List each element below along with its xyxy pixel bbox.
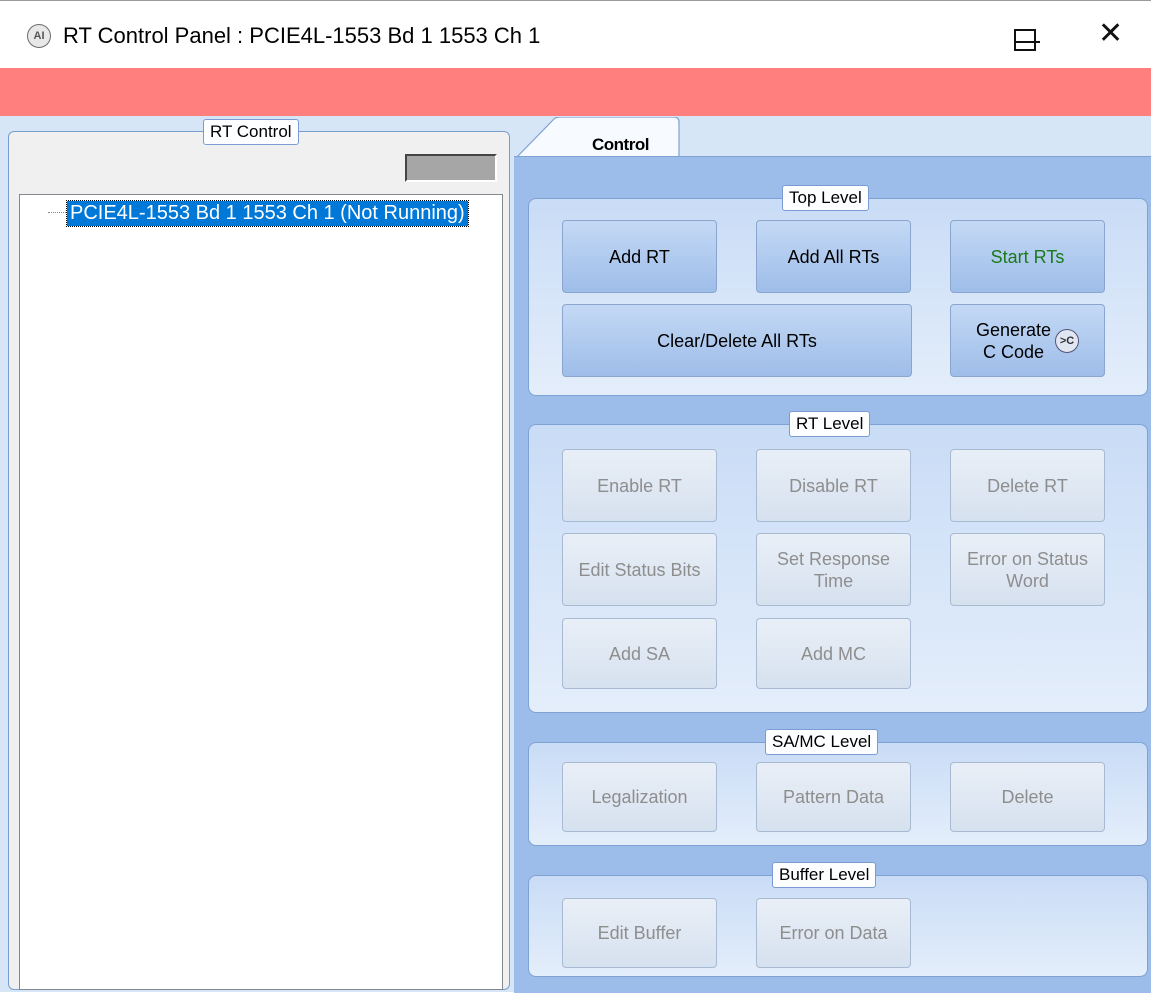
title-bar: AI RT Control Panel : PCIE4L-1553 Bd 1 1…	[0, 0, 1151, 78]
rt-control-group: RT Control PCIE4L-1553 Bd 1 1553 Ch 1 (N…	[8, 119, 510, 990]
c-code-icon: >C	[1055, 328, 1080, 353]
set-response-line2: Time	[813, 570, 854, 591]
add-sa-button[interactable]: Add SA	[562, 618, 717, 689]
rt-level-legend: RT Level	[789, 411, 871, 437]
tab-control[interactable]: Control	[592, 135, 649, 155]
error-status-line1: Error on Status	[966, 548, 1089, 569]
delete-button[interactable]: Delete	[950, 762, 1105, 832]
error-status-line2: Word	[1006, 570, 1049, 591]
generate-label-line1: Generate	[975, 319, 1052, 340]
samc-level-legend: SA/MC Level	[765, 729, 879, 755]
generate-label-line2: C Code	[982, 341, 1045, 362]
edit-status-bits-button[interactable]: Edit Status Bits	[562, 533, 717, 606]
rt-control-legend: RT Control	[203, 119, 299, 145]
edit-buffer-button[interactable]: Edit Buffer	[562, 898, 717, 968]
legalization-button[interactable]: Legalization	[562, 762, 717, 832]
set-response-time-button[interactable]: Set Response Time	[756, 533, 911, 606]
pattern-data-button[interactable]: Pattern Data	[756, 762, 911, 832]
add-mc-button[interactable]: Add MC	[756, 618, 911, 689]
status-indicator	[405, 154, 497, 182]
disable-rt-button[interactable]: Disable RT	[756, 449, 911, 522]
enable-rt-button[interactable]: Enable RT	[562, 449, 717, 522]
close-icon[interactable]: ✕	[1098, 19, 1123, 49]
add-all-rts-button[interactable]: Add All RTs	[756, 220, 911, 293]
start-rts-button[interactable]: Start RTs	[950, 220, 1105, 293]
maximize-icon[interactable]	[1014, 29, 1036, 51]
app-logo-icon: AI	[27, 24, 51, 48]
rt-tree-view[interactable]: PCIE4L-1553 Bd 1 1553 Ch 1 (Not Running)	[19, 194, 503, 990]
tree-node-channel[interactable]: PCIE4L-1553 Bd 1 1553 Ch 1 (Not Running)	[66, 200, 469, 227]
window-title: RT Control Panel : PCIE4L-1553 Bd 1 1553…	[63, 23, 541, 48]
error-on-data-button[interactable]: Error on Data	[756, 898, 911, 968]
top-level-legend: Top Level	[782, 185, 869, 211]
add-rt-button[interactable]: Add RT	[562, 220, 717, 293]
status-banner	[0, 68, 1151, 116]
delete-rt-button[interactable]: Delete RT	[950, 449, 1105, 522]
set-response-line1: Set Response	[776, 548, 891, 569]
generate-c-code-button[interactable]: Generate C Code >C	[950, 304, 1105, 377]
buffer-level-legend: Buffer Level	[772, 862, 877, 888]
error-on-status-word-button[interactable]: Error on Status Word	[950, 533, 1105, 606]
clear-delete-all-rts-button[interactable]: Clear/Delete All RTs	[562, 304, 912, 377]
